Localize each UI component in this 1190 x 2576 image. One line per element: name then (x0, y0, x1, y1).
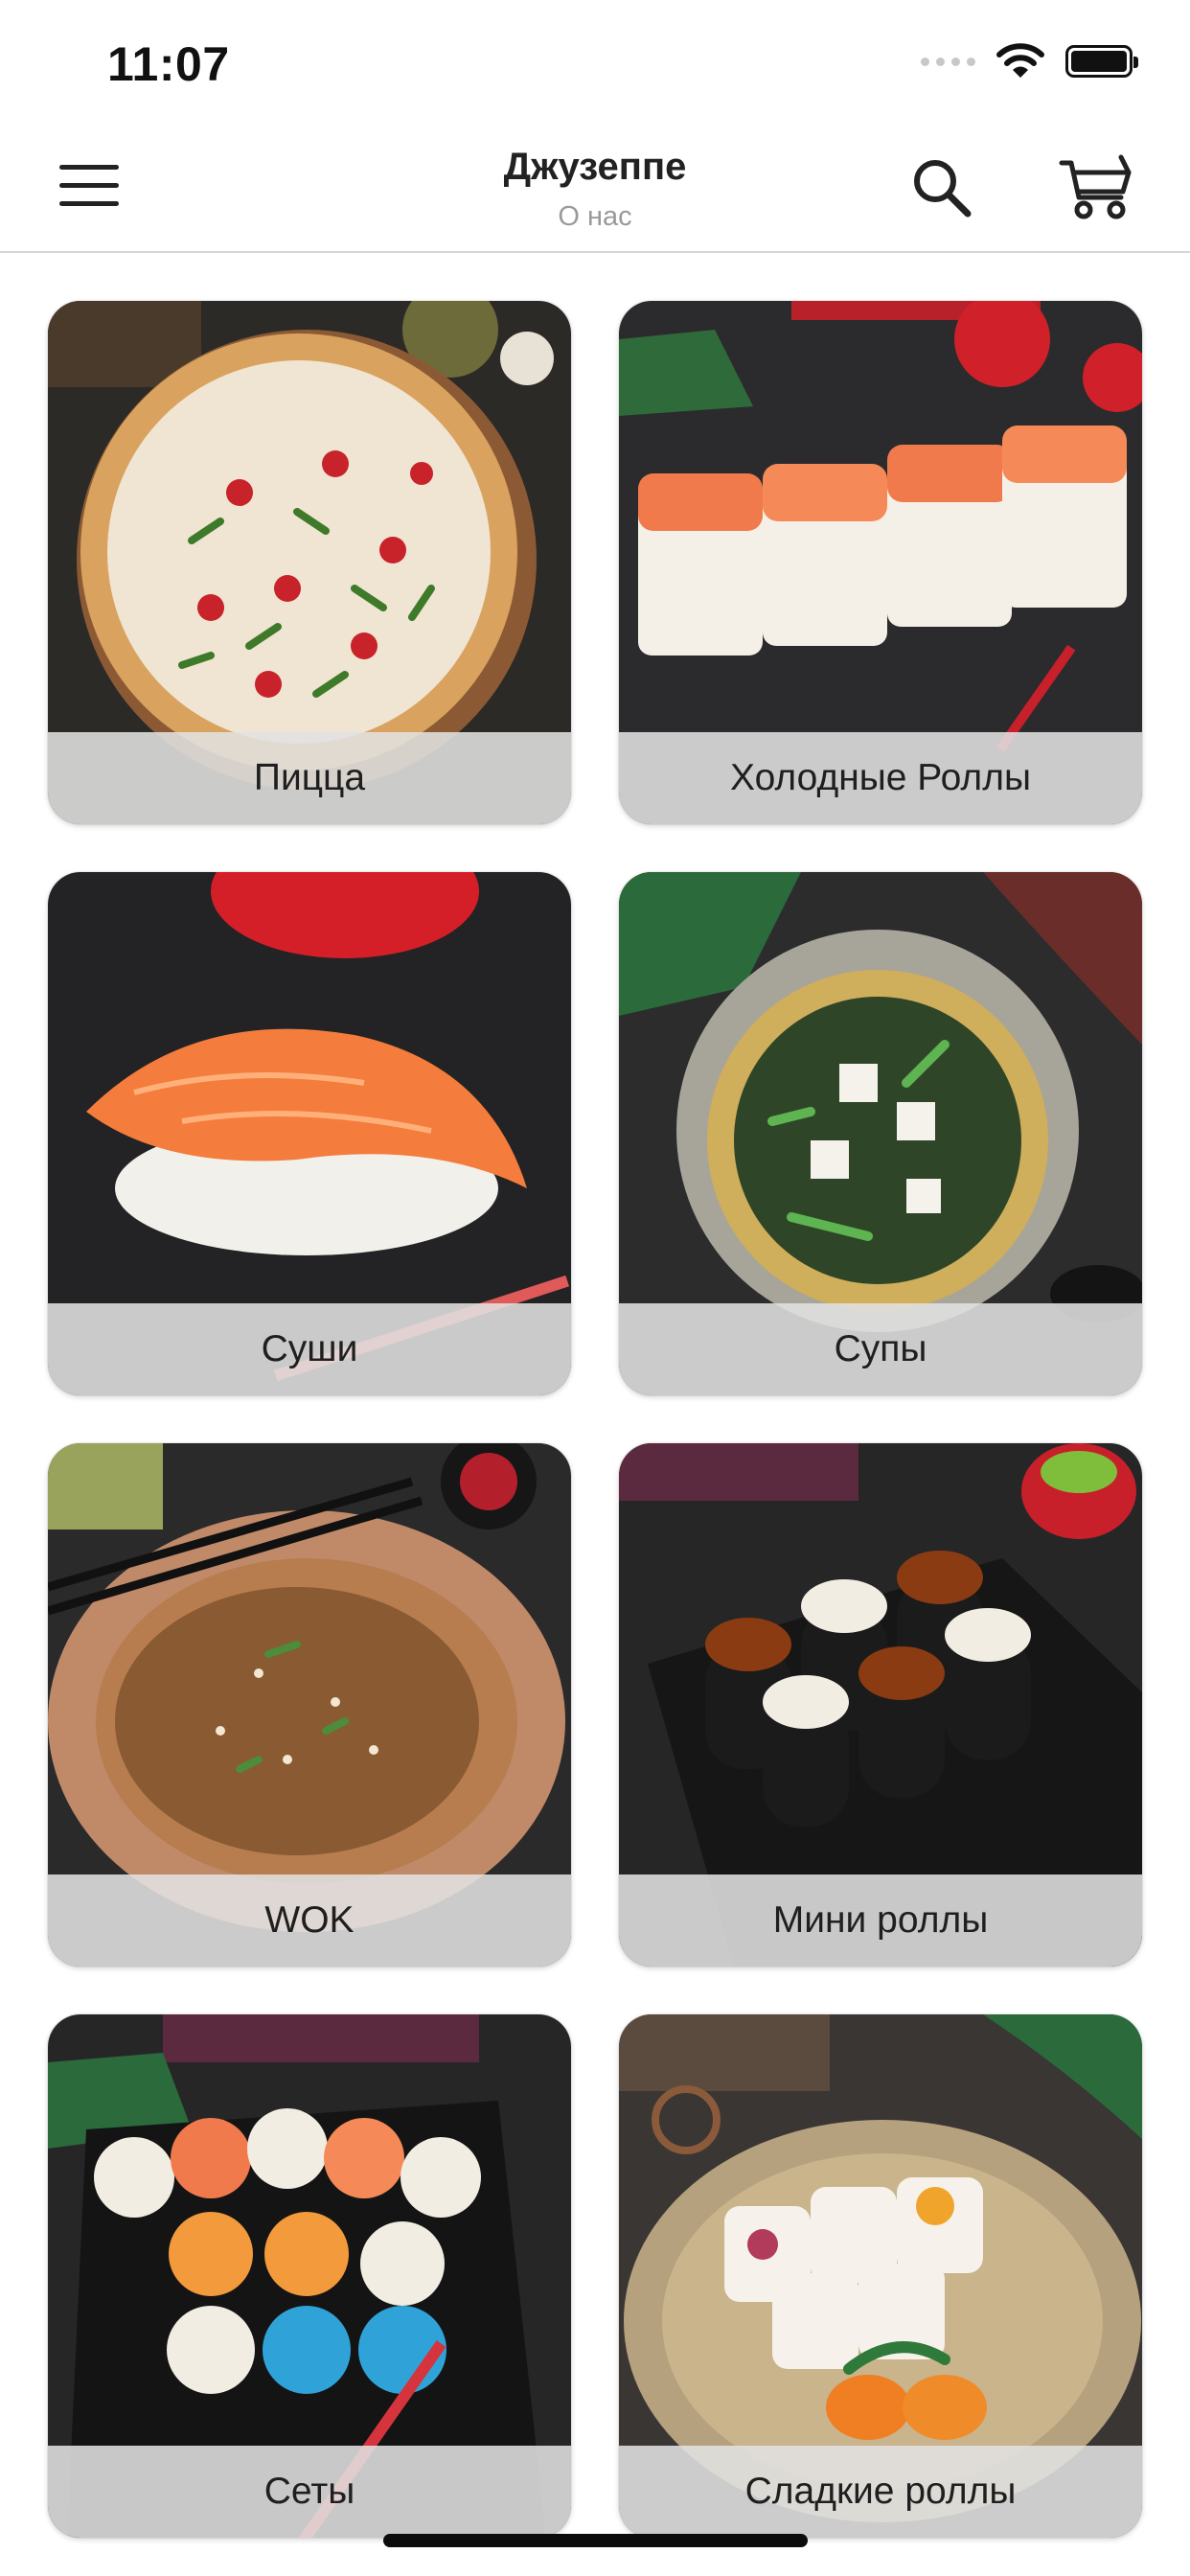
status-bar: 11:07 (0, 0, 1190, 125)
cellular-signal-icon (921, 57, 975, 66)
category-label: Суши (48, 1303, 571, 1395)
search-button[interactable] (910, 156, 973, 219)
status-icons (921, 42, 1138, 80)
category-card-wok[interactable]: WOK (48, 1443, 571, 1966)
category-label: Сладкие роллы (619, 2446, 1142, 2538)
category-label: Пицца (48, 732, 571, 824)
about-link[interactable]: О нас (0, 201, 1190, 233)
cart-button[interactable] (1058, 153, 1134, 222)
battery-icon (1065, 45, 1138, 78)
category-label: WOK (48, 1874, 571, 1966)
category-label: Супы (619, 1303, 1142, 1395)
category-label: Мини роллы (619, 1874, 1142, 1966)
category-card-sets[interactable]: Сеты (48, 2014, 571, 2538)
shopping-cart-icon (1059, 154, 1132, 219)
category-card-mini-rolls[interactable]: Мини роллы (619, 1443, 1142, 1966)
category-card-cold-rolls[interactable]: Холодные Роллы (619, 301, 1142, 824)
restaurant-title: Джузеппе (503, 146, 687, 188)
category-card-sushi[interactable]: Суши (48, 872, 571, 1395)
status-time: 11:07 (107, 37, 230, 91)
category-label: Сеты (48, 2446, 571, 2538)
category-card-pizza[interactable]: Пицца (48, 301, 571, 824)
category-label: Холодные Роллы (619, 732, 1142, 824)
category-card-soup[interactable]: Супы (619, 872, 1142, 1395)
home-indicator[interactable] (383, 2534, 808, 2547)
navigation-bar: Джузеппе О нас (0, 125, 1190, 253)
wifi-icon (996, 43, 1044, 78)
search-icon (914, 160, 972, 218)
category-card-sweet-rolls[interactable]: Сладкие роллы (619, 2014, 1142, 2538)
